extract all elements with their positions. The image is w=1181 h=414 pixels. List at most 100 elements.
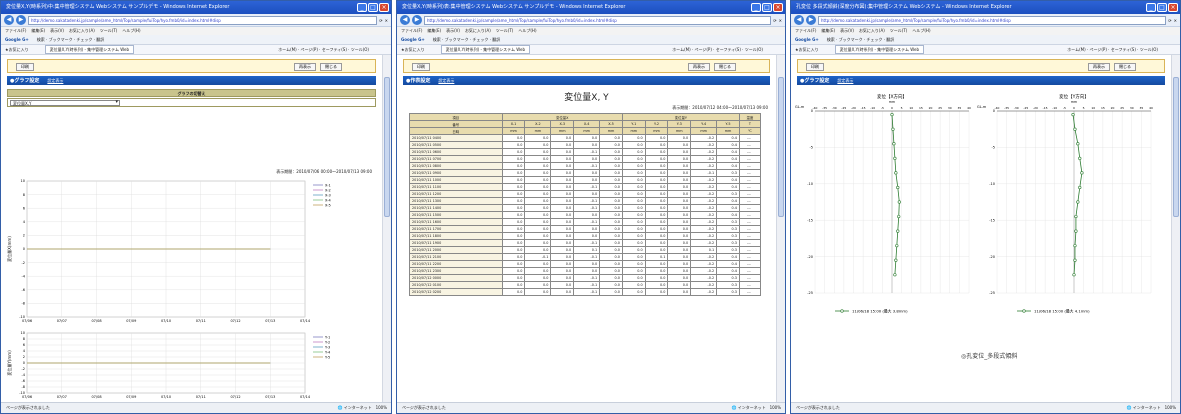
menu-favorites[interactable]: お気に入り(A) (69, 28, 95, 33)
menu-tools[interactable]: ツール(T) (496, 28, 514, 33)
menu-view[interactable]: 表示(V) (446, 28, 460, 33)
toolbar-bookmark[interactable]: ブックマーク (49, 37, 73, 42)
google-toolbar-logo[interactable]: Google G+ (795, 37, 819, 42)
close-button[interactable]: 閉じる (1114, 63, 1136, 71)
table-row: 2010/07/11 0900 0.0 0.0 0.0 0.0 0.0 0.0 0.0 0.0-… (409, 169, 762, 177)
maximize-button[interactable]: □ (368, 3, 378, 12)
settings-link[interactable]: 設定表示 (837, 78, 853, 83)
table-cell: 0.0 (501, 148, 526, 156)
data-point (1074, 229, 1078, 233)
vertical-scrollbar[interactable] (776, 55, 785, 402)
menu-favorites[interactable]: お気に入り(A) (859, 28, 885, 33)
print-button[interactable]: 印刷 (16, 63, 34, 71)
menu-tools[interactable]: ツール(T) (890, 28, 908, 33)
stop-icon[interactable]: ✕ (385, 18, 388, 23)
toolbar-search[interactable]: 検索 (433, 37, 441, 42)
menu-help[interactable]: ヘルプ(H) (912, 28, 930, 33)
toolbar-bookmark[interactable]: ブックマーク (839, 37, 863, 42)
close-button[interactable]: 閉じる (714, 63, 736, 71)
minimize-button[interactable]: _ (751, 3, 761, 12)
table-cell: 0.0 (667, 253, 692, 261)
maximize-button[interactable]: □ (1157, 3, 1167, 12)
toolbar-search[interactable]: 検索 (827, 37, 835, 42)
toolbar-translate[interactable]: 翻訳 (96, 37, 104, 42)
refresh-icon[interactable]: ⟳ (379, 18, 382, 23)
back-button[interactable]: ◀ (400, 15, 410, 25)
menu-file[interactable]: ファイル(F) (795, 28, 816, 33)
redisplay-button[interactable]: 再表示 (294, 63, 316, 71)
browser-tab[interactable]: 変位量X,Y(時系列) - 集中管理システム Web (834, 45, 925, 54)
favorites-label[interactable]: お気に入り (799, 47, 819, 52)
favorites-label[interactable]: お気に入り (405, 47, 425, 52)
table-cell: 0.0 (550, 267, 575, 275)
back-button[interactable]: ◀ (794, 15, 804, 25)
menu-view[interactable]: 表示(V) (50, 28, 64, 33)
toolbar-bookmark[interactable]: ブックマーク (445, 37, 469, 42)
refresh-icon[interactable]: ⟳ (773, 18, 776, 23)
vertical-scrollbar[interactable] (1171, 55, 1180, 402)
close-window-button[interactable]: × (773, 3, 783, 12)
menu-edit[interactable]: 編集(E) (31, 28, 45, 33)
table-cell: 0.0 (524, 274, 552, 282)
menu-edit[interactable]: 編集(E) (821, 28, 835, 33)
command-bar[interactable]: ホーム(M) · ページ(P) · セーフティ(S) · ツール(O) (278, 45, 369, 54)
minimize-button[interactable]: _ (357, 3, 367, 12)
table-cell: 2010/07/11 1200 (409, 190, 503, 198)
toolbar-translate[interactable]: 翻訳 (886, 37, 894, 42)
stop-icon[interactable]: ✕ (779, 18, 782, 23)
address-bar[interactable]: http://demo.sakatadenki.jp/sample/ame_ht… (28, 15, 378, 25)
back-button[interactable]: ◀ (4, 15, 14, 25)
close-window-button[interactable]: × (1168, 3, 1178, 12)
toolbar-check[interactable]: チェック (472, 37, 488, 42)
menu-help[interactable]: ヘルプ(H) (518, 28, 536, 33)
menu-file[interactable]: ファイル(F) (5, 28, 26, 33)
command-bar[interactable]: ホーム(M) · ページ(P) · セーフティ(S) · ツール(O) (1067, 45, 1158, 54)
toolbar-check[interactable]: チェック (76, 37, 92, 42)
command-bar[interactable]: ホーム(M) · ページ(P) · セーフティ(S) · ツール(O) (672, 45, 763, 54)
settings-link[interactable]: 設定表示 (47, 78, 63, 83)
address-bar[interactable]: http://demo.sakatadenki.jp/sample/ame_ht… (424, 15, 772, 25)
browser-tab[interactable]: 変位量X,Y(時系列) - 集中管理システム Web (44, 45, 135, 54)
browser-tab[interactable]: 変位量X,Y(時系列) - 集中管理システム Web (440, 45, 531, 54)
toolbar-check[interactable]: チェック (866, 37, 882, 42)
refresh-icon[interactable]: ⟳ (1168, 18, 1171, 23)
menu-file[interactable]: ファイル(F) (401, 28, 422, 33)
zoom-level[interactable]: 100% (376, 405, 387, 410)
close-window-button[interactable]: × (379, 3, 389, 12)
close-button[interactable]: 閉じる (320, 63, 342, 71)
forward-button[interactable]: ▶ (16, 15, 26, 25)
menu-edit[interactable]: 編集(E) (427, 28, 441, 33)
google-toolbar-logo[interactable]: Google G+ (401, 37, 425, 42)
table-cell: 0.0 (644, 225, 669, 233)
data-point (896, 229, 900, 233)
vertical-scrollbar[interactable] (382, 55, 391, 402)
stop-icon[interactable]: ✕ (1174, 18, 1177, 23)
redisplay-button[interactable]: 再表示 (688, 63, 710, 71)
maximize-button[interactable]: □ (762, 3, 772, 12)
scrollbar-thumb[interactable] (384, 77, 390, 217)
print-button[interactable]: 印刷 (412, 63, 430, 71)
settings-link[interactable]: 設定表示 (438, 78, 454, 83)
table-header-cell: mm (621, 127, 646, 135)
favorites-label[interactable]: お気に入り (9, 47, 29, 52)
graph-type-select[interactable]: 変位量X,Y (10, 100, 120, 106)
forward-button[interactable]: ▶ (806, 15, 816, 25)
zoom-level[interactable]: 100% (770, 405, 781, 410)
redisplay-button[interactable]: 再表示 (1088, 63, 1110, 71)
table-cell: 0.1 (690, 246, 718, 254)
address-bar[interactable]: http://demo.sakatadenki.jp/sample/ame_ht… (818, 15, 1167, 25)
zoom-level[interactable]: 100% (1165, 405, 1176, 410)
google-toolbar-logo[interactable]: Google G+ (5, 37, 29, 42)
print-button[interactable]: 印刷 (806, 63, 824, 71)
scrollbar-thumb[interactable] (778, 77, 784, 217)
forward-button[interactable]: ▶ (412, 15, 422, 25)
scrollbar-thumb[interactable] (1173, 77, 1179, 217)
minimize-button[interactable]: _ (1146, 3, 1156, 12)
toolbar-translate[interactable]: 翻訳 (492, 37, 500, 42)
y-tick-label: -20 (807, 255, 813, 259)
menu-view[interactable]: 表示(V) (840, 28, 854, 33)
menu-help[interactable]: ヘルプ(H) (122, 28, 140, 33)
toolbar-search[interactable]: 検索 (37, 37, 45, 42)
menu-tools[interactable]: ツール(T) (100, 28, 118, 33)
menu-favorites[interactable]: お気に入り(A) (465, 28, 491, 33)
